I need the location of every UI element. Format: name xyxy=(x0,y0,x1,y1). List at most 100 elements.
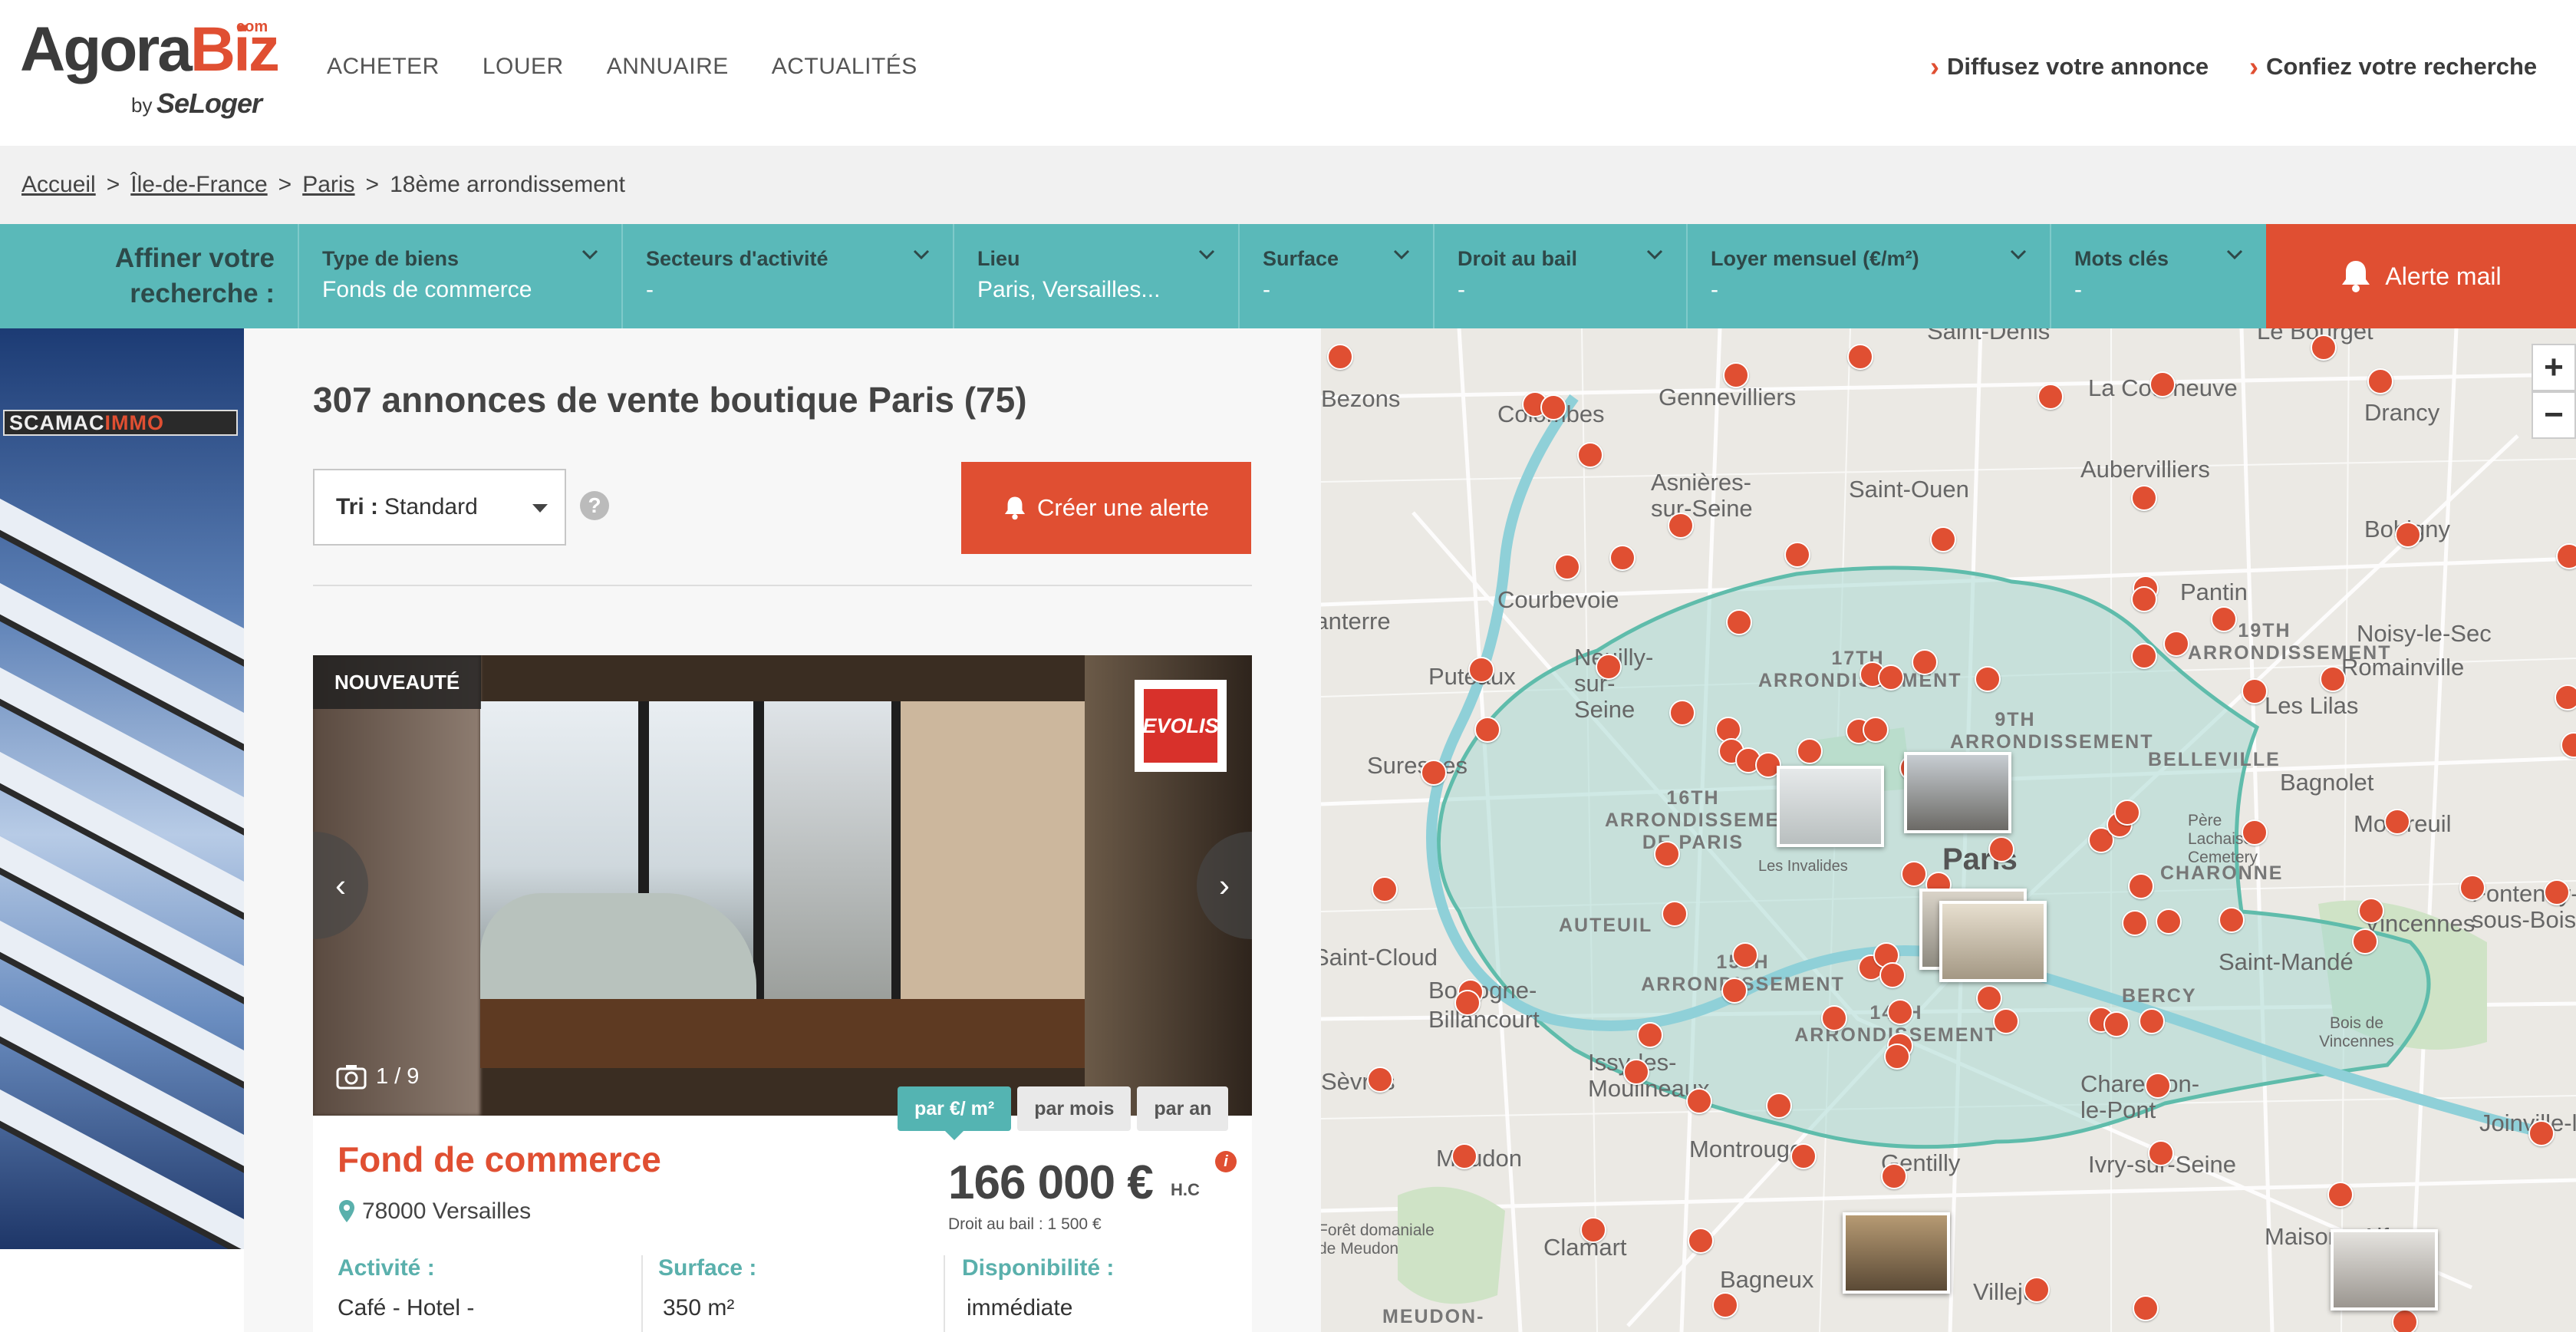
map-marker[interactable] xyxy=(1790,1143,1817,1169)
map-marker[interactable] xyxy=(2131,643,2157,669)
map-photo-marker[interactable] xyxy=(1904,752,2011,833)
filter-surface[interactable]: Surface - xyxy=(1238,224,1433,328)
map-marker[interactable] xyxy=(1712,1292,1738,1318)
map-marker[interactable] xyxy=(2544,879,2570,905)
map-marker[interactable] xyxy=(1879,962,1906,988)
map-marker[interactable] xyxy=(2320,666,2346,692)
map-marker[interactable] xyxy=(1327,344,1353,370)
map-marker[interactable] xyxy=(2555,684,2576,711)
map-marker[interactable] xyxy=(1821,1005,1847,1031)
entrust-search-link[interactable]: › Confiez votre recherche xyxy=(2249,51,2537,83)
listing-photo[interactable]: NOUVEAUTÉ EVOLIS ‹ › 1 / 9 xyxy=(313,655,1252,1116)
map-marker[interactable] xyxy=(1884,1044,1910,1070)
map-marker[interactable] xyxy=(2122,910,2148,936)
map-photo-marker[interactable] xyxy=(1843,1212,1950,1294)
map-marker[interactable] xyxy=(2024,1277,2050,1303)
map-marker[interactable] xyxy=(2358,898,2384,924)
map-marker[interactable] xyxy=(2556,543,2576,569)
publish-ad-link[interactable]: › Diffusez votre annonce xyxy=(1930,51,2209,83)
breadcrumb-ile-de-france[interactable]: Île-de-France xyxy=(130,172,267,198)
alert-mail-button[interactable]: Alerte mail xyxy=(2266,224,2576,328)
map-marker[interactable] xyxy=(1797,738,1823,764)
map-marker[interactable] xyxy=(2103,1011,2130,1037)
map-marker[interactable] xyxy=(2327,1182,2354,1208)
filter-mots-cles[interactable]: Mots clés - xyxy=(2050,224,2266,328)
map-marker[interactable] xyxy=(1654,841,1680,867)
map-photo-marker[interactable] xyxy=(1939,901,2047,982)
listing-card[interactable]: NOUVEAUTÉ EVOLIS ‹ › 1 / 9 par €/ m² par… xyxy=(313,655,1252,1332)
map-marker[interactable] xyxy=(1732,942,1758,968)
map-marker[interactable] xyxy=(1726,609,1752,635)
map-marker[interactable] xyxy=(1577,442,1603,468)
map-marker[interactable] xyxy=(2139,1008,2165,1034)
filter-loyer-mensuel[interactable]: Loyer mensuel (€/m²) - xyxy=(1686,224,2050,328)
sort-select[interactable]: Tri : Standard xyxy=(313,469,566,546)
map-marker[interactable] xyxy=(1901,861,1927,887)
map-marker[interactable] xyxy=(1784,542,1810,568)
map-marker[interactable] xyxy=(2131,485,2157,511)
map-marker[interactable] xyxy=(1881,1163,1907,1189)
map-marker[interactable] xyxy=(1847,344,1873,370)
map-marker[interactable] xyxy=(1863,717,1889,743)
map-marker[interactable] xyxy=(1540,394,1566,420)
map-marker[interactable] xyxy=(2219,907,2245,933)
listing-title[interactable]: Fond de commerce xyxy=(338,1139,661,1180)
nav-acheter[interactable]: ACHETER xyxy=(327,54,440,80)
nav-annuaire[interactable]: ANNUAIRE xyxy=(607,54,729,80)
nav-louer[interactable]: LOUER xyxy=(483,54,564,80)
map-marker[interactable] xyxy=(2128,873,2154,899)
map-marker[interactable] xyxy=(2352,928,2378,954)
map-marker[interactable] xyxy=(2311,335,2337,361)
filter-droit-au-bail[interactable]: Droit au bail - xyxy=(1433,224,1686,328)
map-marker[interactable] xyxy=(1688,1228,1714,1254)
map-marker[interactable] xyxy=(2242,819,2268,846)
map-marker[interactable] xyxy=(1878,664,1904,691)
map-marker[interactable] xyxy=(1669,700,1695,726)
zoom-in-button[interactable]: + xyxy=(2532,344,2576,391)
map-marker[interactable] xyxy=(1662,901,1688,927)
map-marker[interactable] xyxy=(1668,513,1694,539)
map-marker[interactable] xyxy=(1887,999,1913,1025)
map-marker[interactable] xyxy=(2211,606,2237,632)
tab-per-year[interactable]: par an xyxy=(1137,1086,1229,1131)
breadcrumb-accueil[interactable]: Accueil xyxy=(21,172,96,198)
map-marker[interactable] xyxy=(1367,1067,1393,1093)
agency-logo[interactable]: EVOLIS xyxy=(1135,680,1227,772)
help-icon[interactable]: ? xyxy=(580,491,609,520)
map-marker[interactable] xyxy=(2148,1140,2174,1166)
nav-actualites[interactable]: ACTUALITÉS xyxy=(772,54,917,80)
map-marker[interactable] xyxy=(1723,362,1749,388)
map-marker[interactable] xyxy=(1421,760,1447,786)
map-marker[interactable] xyxy=(2384,809,2410,835)
map-photo-marker[interactable] xyxy=(2331,1229,2438,1311)
advertisement-banner[interactable]: SCAMACIMMO xyxy=(0,328,244,1249)
zoom-out-button[interactable]: − xyxy=(2532,391,2576,439)
filter-type-de-biens[interactable]: Type de biens Fonds de commerce xyxy=(298,224,621,328)
map-marker[interactable] xyxy=(2459,875,2485,901)
results-map[interactable]: Saint-Denis Le Bourget Bezons Gennevilli… xyxy=(1321,328,2576,1332)
breadcrumb-paris[interactable]: Paris xyxy=(302,172,354,198)
map-marker[interactable] xyxy=(1988,836,2014,862)
map-marker[interactable] xyxy=(1609,545,1636,571)
map-marker[interactable] xyxy=(1451,1143,1477,1169)
tab-per-month[interactable]: par mois xyxy=(1017,1086,1132,1131)
map-marker[interactable] xyxy=(2133,1295,2159,1321)
map-marker[interactable] xyxy=(1468,657,1494,683)
map-marker[interactable] xyxy=(1454,990,1481,1016)
map-marker[interactable] xyxy=(2367,368,2393,394)
map-marker[interactable] xyxy=(2392,1309,2418,1332)
tab-per-m2[interactable]: par €/ m² xyxy=(898,1086,1012,1140)
map-marker[interactable] xyxy=(1721,978,1748,1004)
map-marker[interactable] xyxy=(1580,1217,1606,1243)
map-marker[interactable] xyxy=(1912,649,1938,675)
map-marker[interactable] xyxy=(2163,631,2189,657)
map-marker[interactable] xyxy=(1686,1088,1712,1114)
map-marker[interactable] xyxy=(1372,876,1398,902)
agorabiz-logo[interactable]: AgoraBiz com by SeLoger xyxy=(20,15,280,123)
map-marker[interactable] xyxy=(1554,554,1580,580)
map-marker[interactable] xyxy=(2528,1120,2555,1146)
create-alert-button[interactable]: Créer une alerte xyxy=(961,462,1251,554)
map-marker[interactable] xyxy=(1596,654,1622,680)
filter-lieu[interactable]: Lieu Paris, Versailles... xyxy=(953,224,1238,328)
map-marker[interactable] xyxy=(2037,384,2064,410)
